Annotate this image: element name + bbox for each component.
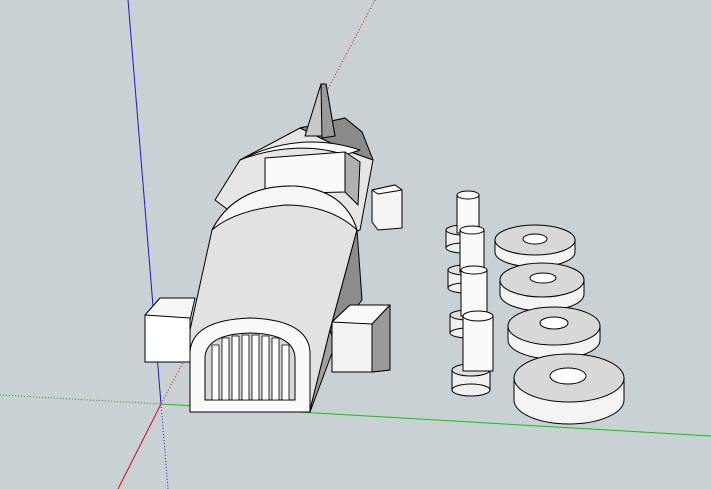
pegs[interactable] — [445, 190, 494, 397]
3d-viewport[interactable] — [0, 0, 711, 489]
washers[interactable] — [494, 224, 625, 425]
airplane-model[interactable] — [144, 83, 403, 413]
green-axis-negative — [0, 394, 162, 405]
model-canvas[interactable] — [0, 0, 711, 489]
blue-axis-negative — [160, 403, 169, 489]
washer — [513, 353, 625, 425]
red-axis — [117, 403, 162, 489]
washer — [507, 306, 601, 360]
washer — [499, 262, 585, 312]
washer — [494, 224, 576, 268]
